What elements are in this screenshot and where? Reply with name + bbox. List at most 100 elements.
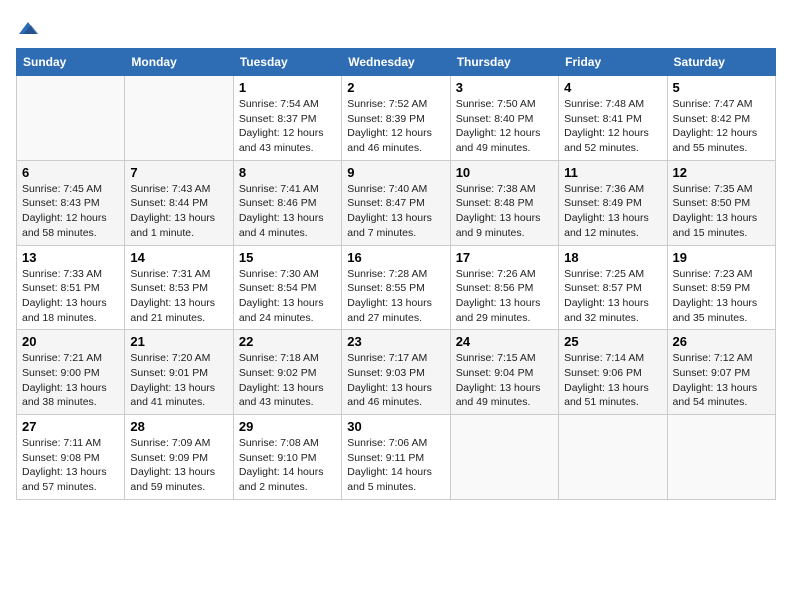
calendar-header-row: SundayMondayTuesdayWednesdayThursdayFrid… <box>17 49 776 76</box>
calendar-cell: 26 Sunrise: 7:12 AM Sunset: 9:07 PM Dayli… <box>667 330 775 415</box>
day-number: 13 <box>22 250 119 265</box>
calendar-week-5: 27 Sunrise: 7:11 AM Sunset: 9:08 PM Dayli… <box>17 415 776 500</box>
calendar-cell: 23 Sunrise: 7:17 AM Sunset: 9:03 PM Dayli… <box>342 330 450 415</box>
calendar-cell: 9 Sunrise: 7:40 AM Sunset: 8:47 PM Daylig… <box>342 160 450 245</box>
day-number: 18 <box>564 250 661 265</box>
calendar-cell: 13 Sunrise: 7:33 AM Sunset: 8:51 PM Dayli… <box>17 245 125 330</box>
day-number: 2 <box>347 80 444 95</box>
day-info: Sunrise: 7:31 AM Sunset: 8:53 PM Dayligh… <box>130 267 227 326</box>
calendar-table: SundayMondayTuesdayWednesdayThursdayFrid… <box>16 48 776 500</box>
day-number: 6 <box>22 165 119 180</box>
day-info: Sunrise: 7:08 AM Sunset: 9:10 PM Dayligh… <box>239 436 336 495</box>
day-info: Sunrise: 7:21 AM Sunset: 9:00 PM Dayligh… <box>22 351 119 410</box>
day-info: Sunrise: 7:38 AM Sunset: 8:48 PM Dayligh… <box>456 182 553 241</box>
day-info: Sunrise: 7:47 AM Sunset: 8:42 PM Dayligh… <box>673 97 770 156</box>
day-number: 25 <box>564 334 661 349</box>
day-info: Sunrise: 7:48 AM Sunset: 8:41 PM Dayligh… <box>564 97 661 156</box>
calendar-cell <box>17 76 125 161</box>
calendar-cell: 16Sunrise: 7:28 AM Sunset: 8:55 PM Dayli… <box>342 245 450 330</box>
day-number: 19 <box>673 250 770 265</box>
col-header-saturday: Saturday <box>667 49 775 76</box>
col-header-sunday: Sunday <box>17 49 125 76</box>
calendar-cell: 21 Sunrise: 7:20 AM Sunset: 9:01 PM Dayli… <box>125 330 233 415</box>
calendar-cell: 12 Sunrise: 7:35 AM Sunset: 8:50 PM Dayli… <box>667 160 775 245</box>
day-info: Sunrise: 7:41 AM Sunset: 8:46 PM Dayligh… <box>239 182 336 241</box>
day-number: 5 <box>673 80 770 95</box>
day-info: Sunrise: 7:36 AM Sunset: 8:49 PM Dayligh… <box>564 182 661 241</box>
col-header-wednesday: Wednesday <box>342 49 450 76</box>
day-info: Sunrise: 7:45 AM Sunset: 8:43 PM Dayligh… <box>22 182 119 241</box>
calendar-cell: 15 Sunrise: 7:30 AM Sunset: 8:54 PM Dayli… <box>233 245 341 330</box>
calendar-cell: 30 Sunrise: 7:06 AM Sunset: 9:11 PM Dayli… <box>342 415 450 500</box>
day-info: Sunrise: 7:30 AM Sunset: 8:54 PM Dayligh… <box>239 267 336 326</box>
day-info: Sunrise: 7:23 AM Sunset: 8:59 PM Dayligh… <box>673 267 770 326</box>
calendar-cell: 29Sunrise: 7:08 AM Sunset: 9:10 PM Dayli… <box>233 415 341 500</box>
day-info: Sunrise: 7:18 AM Sunset: 9:02 PM Dayligh… <box>239 351 336 410</box>
calendar-cell: 17 Sunrise: 7:26 AM Sunset: 8:56 PM Dayli… <box>450 245 558 330</box>
day-number: 26 <box>673 334 770 349</box>
calendar-cell: 5 Sunrise: 7:47 AM Sunset: 8:42 PM Daylig… <box>667 76 775 161</box>
calendar-cell: 27 Sunrise: 7:11 AM Sunset: 9:08 PM Dayli… <box>17 415 125 500</box>
calendar-cell: 20Sunrise: 7:21 AM Sunset: 9:00 PM Dayli… <box>17 330 125 415</box>
calendar-cell: 24 Sunrise: 7:15 AM Sunset: 9:04 PM Dayli… <box>450 330 558 415</box>
calendar-cell: 18Sunrise: 7:25 AM Sunset: 8:57 PM Dayli… <box>559 245 667 330</box>
calendar-cell <box>559 415 667 500</box>
logo-icon <box>16 16 40 40</box>
calendar-cell <box>667 415 775 500</box>
day-info: Sunrise: 7:12 AM Sunset: 9:07 PM Dayligh… <box>673 351 770 410</box>
page-header <box>16 16 776 40</box>
calendar-week-4: 20Sunrise: 7:21 AM Sunset: 9:00 PM Dayli… <box>17 330 776 415</box>
day-info: Sunrise: 7:15 AM Sunset: 9:04 PM Dayligh… <box>456 351 553 410</box>
day-number: 9 <box>347 165 444 180</box>
calendar-cell: 1Sunrise: 7:54 AM Sunset: 8:37 PM Daylig… <box>233 76 341 161</box>
calendar-cell <box>450 415 558 500</box>
day-number: 22 <box>239 334 336 349</box>
day-info: Sunrise: 7:26 AM Sunset: 8:56 PM Dayligh… <box>456 267 553 326</box>
day-number: 28 <box>130 419 227 434</box>
calendar-cell: 28 Sunrise: 7:09 AM Sunset: 9:09 PM Dayli… <box>125 415 233 500</box>
day-number: 30 <box>347 419 444 434</box>
day-number: 7 <box>130 165 227 180</box>
day-info: Sunrise: 7:52 AM Sunset: 8:39 PM Dayligh… <box>347 97 444 156</box>
day-number: 12 <box>673 165 770 180</box>
calendar-week-1: 1Sunrise: 7:54 AM Sunset: 8:37 PM Daylig… <box>17 76 776 161</box>
day-number: 27 <box>22 419 119 434</box>
day-info: Sunrise: 7:06 AM Sunset: 9:11 PM Dayligh… <box>347 436 444 495</box>
calendar-cell: 22 Sunrise: 7:18 AM Sunset: 9:02 PM Dayli… <box>233 330 341 415</box>
calendar-cell: 3 Sunrise: 7:50 AM Sunset: 8:40 PM Daylig… <box>450 76 558 161</box>
day-number: 23 <box>347 334 444 349</box>
day-info: Sunrise: 7:11 AM Sunset: 9:08 PM Dayligh… <box>22 436 119 495</box>
day-info: Sunrise: 7:40 AM Sunset: 8:47 PM Dayligh… <box>347 182 444 241</box>
day-number: 17 <box>456 250 553 265</box>
calendar-cell: 4 Sunrise: 7:48 AM Sunset: 8:41 PM Daylig… <box>559 76 667 161</box>
day-number: 4 <box>564 80 661 95</box>
day-number: 11 <box>564 165 661 180</box>
calendar-cell: 19 Sunrise: 7:23 AM Sunset: 8:59 PM Dayli… <box>667 245 775 330</box>
col-header-thursday: Thursday <box>450 49 558 76</box>
calendar-cell: 7 Sunrise: 7:43 AM Sunset: 8:44 PM Daylig… <box>125 160 233 245</box>
day-number: 3 <box>456 80 553 95</box>
day-number: 1 <box>239 80 336 95</box>
calendar-cell: 6 Sunrise: 7:45 AM Sunset: 8:43 PM Daylig… <box>17 160 125 245</box>
col-header-monday: Monday <box>125 49 233 76</box>
day-number: 8 <box>239 165 336 180</box>
calendar-cell <box>125 76 233 161</box>
day-info: Sunrise: 7:50 AM Sunset: 8:40 PM Dayligh… <box>456 97 553 156</box>
day-info: Sunrise: 7:33 AM Sunset: 8:51 PM Dayligh… <box>22 267 119 326</box>
calendar-week-2: 6 Sunrise: 7:45 AM Sunset: 8:43 PM Daylig… <box>17 160 776 245</box>
calendar-cell: 2 Sunrise: 7:52 AM Sunset: 8:39 PM Daylig… <box>342 76 450 161</box>
day-info: Sunrise: 7:09 AM Sunset: 9:09 PM Dayligh… <box>130 436 227 495</box>
day-info: Sunrise: 7:20 AM Sunset: 9:01 PM Dayligh… <box>130 351 227 410</box>
calendar-week-3: 13 Sunrise: 7:33 AM Sunset: 8:51 PM Dayli… <box>17 245 776 330</box>
day-info: Sunrise: 7:35 AM Sunset: 8:50 PM Dayligh… <box>673 182 770 241</box>
day-number: 15 <box>239 250 336 265</box>
day-number: 24 <box>456 334 553 349</box>
day-info: Sunrise: 7:43 AM Sunset: 8:44 PM Dayligh… <box>130 182 227 241</box>
day-number: 21 <box>130 334 227 349</box>
day-number: 16 <box>347 250 444 265</box>
day-info: Sunrise: 7:17 AM Sunset: 9:03 PM Dayligh… <box>347 351 444 410</box>
calendar-cell: 8 Sunrise: 7:41 AM Sunset: 8:46 PM Daylig… <box>233 160 341 245</box>
calendar-cell: 10Sunrise: 7:38 AM Sunset: 8:48 PM Dayli… <box>450 160 558 245</box>
calendar-cell: 11 Sunrise: 7:36 AM Sunset: 8:49 PM Dayli… <box>559 160 667 245</box>
day-number: 14 <box>130 250 227 265</box>
